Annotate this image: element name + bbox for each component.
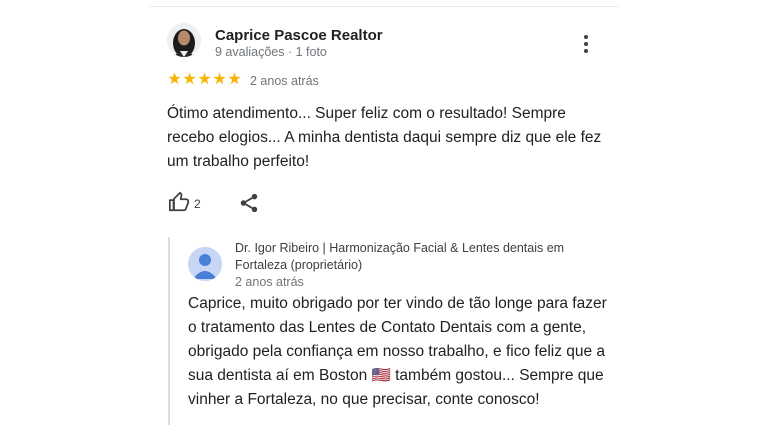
share-icon	[240, 193, 258, 213]
more-vertical-icon	[584, 35, 588, 53]
reviewer-name[interactable]: Caprice Pascoe Realtor	[215, 27, 383, 44]
reviewer-photo	[167, 23, 201, 57]
star-icon: ★	[197, 71, 212, 88]
more-options-button[interactable]	[576, 32, 596, 56]
star-icon: ★	[167, 71, 182, 88]
star-rating: ★ ★ ★ ★ ★	[167, 71, 242, 89]
review-time: 2 anos atrás	[250, 74, 319, 88]
star-icon: ★	[182, 71, 197, 88]
reviewer-meta: 9 avaliações · 1 foto	[215, 45, 327, 59]
review-text: Ótimo atendimento... Super feliz com o r…	[167, 105, 602, 170]
top-divider	[150, 6, 618, 7]
star-icon: ★	[212, 71, 227, 88]
person-icon	[188, 247, 222, 281]
reply-indent-bar	[168, 237, 170, 425]
owner-reply-author: Dr. Igor Ribeiro | Harmonização Facial &…	[235, 241, 565, 272]
like-count: 2	[194, 197, 201, 211]
owner-reply-time: 2 anos atrás	[235, 275, 304, 289]
reviewer-avatar[interactable]	[167, 23, 201, 57]
like-button[interactable]	[168, 191, 190, 213]
star-icon: ★	[227, 71, 242, 88]
thumbs-up-icon	[168, 191, 190, 212]
owner-reply-text: Caprice, muito obrigado por ter vindo de…	[188, 295, 607, 408]
share-button[interactable]	[238, 192, 260, 214]
owner-avatar	[188, 247, 222, 281]
